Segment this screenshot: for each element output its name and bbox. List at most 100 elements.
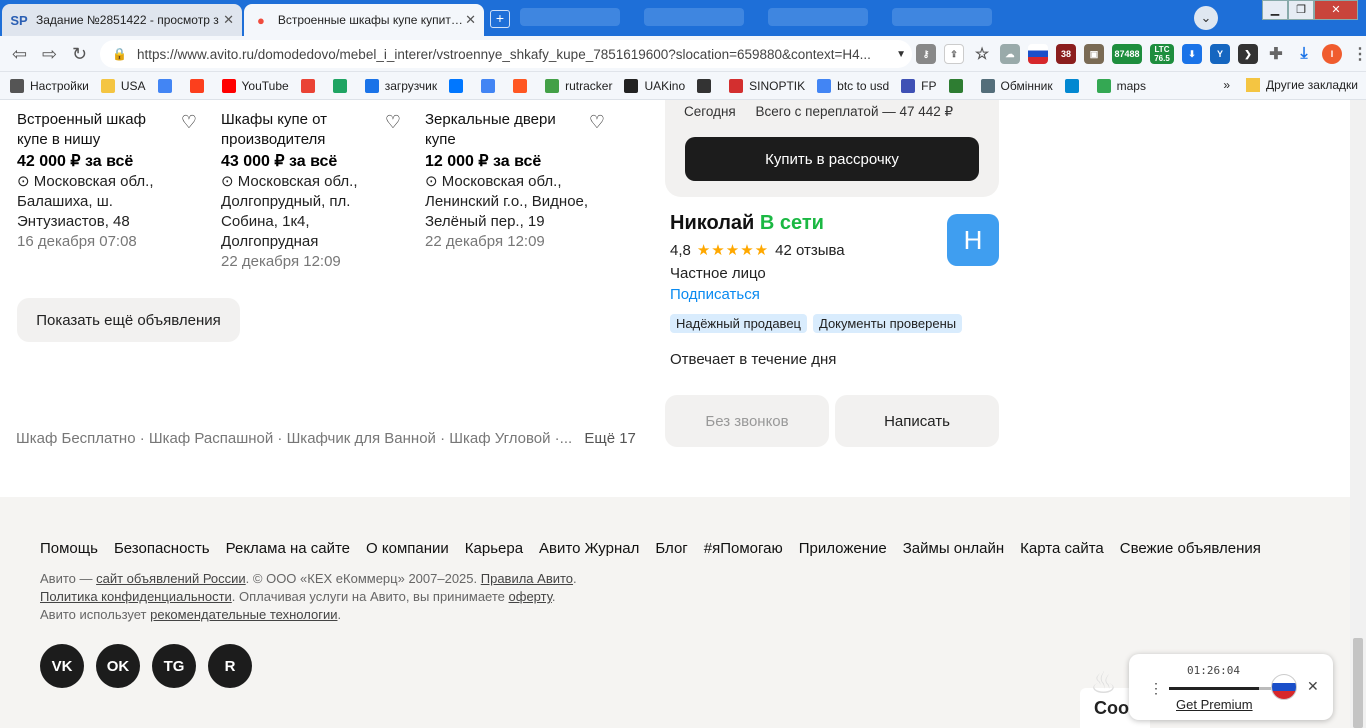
- listing-title[interactable]: Шкафы купе от производителя: [221, 110, 371, 150]
- briefcase-icon[interactable]: ▣: [1084, 44, 1104, 64]
- dropdown-caret-icon[interactable]: ▼: [896, 49, 906, 60]
- bookmark-item[interactable]: [697, 78, 717, 93]
- close-icon[interactable]: ✕: [223, 12, 234, 28]
- odnoklassniki-icon[interactable]: OK: [96, 644, 140, 688]
- bookmark-item[interactable]: [189, 78, 210, 93]
- menu-icon[interactable]: ⋮: [1350, 44, 1366, 64]
- listing-card[interactable]: Встроенный шкаф купе в нишу ♡ 42 000 ₽ з…: [17, 110, 207, 252]
- bookmark-item[interactable]: rutracker: [545, 78, 612, 93]
- footer-link[interactable]: Карта сайта: [1020, 540, 1104, 557]
- get-premium-link[interactable]: Get Premium: [1176, 697, 1253, 712]
- scrollbar[interactable]: [1350, 100, 1366, 728]
- listing-card[interactable]: Зеркальные двери купе ♡ 12 000 ₽ за всё …: [425, 110, 615, 252]
- bookmark-item[interactable]: Обмінник: [980, 78, 1053, 93]
- bookmark-item[interactable]: SINOPTIK: [729, 78, 805, 93]
- footer-link[interactable]: Займы онлайн: [903, 540, 1004, 557]
- new-tab-button[interactable]: +: [490, 10, 510, 28]
- listing-card[interactable]: Шкафы купе от производителя ♡ 43 000 ₽ з…: [221, 110, 411, 272]
- avatar[interactable]: I: [1322, 44, 1342, 64]
- listing-title[interactable]: Встроенный шкаф купе в нишу: [17, 110, 167, 150]
- legal-link-site[interactable]: сайт объявлений России: [96, 571, 246, 586]
- bookmark-item[interactable]: [481, 78, 501, 93]
- close-icon[interactable]: ✕: [465, 12, 476, 28]
- scrollbar-thumb[interactable]: [1353, 638, 1363, 728]
- maximize-button[interactable]: ❐: [1288, 0, 1314, 20]
- downloads-icon[interactable]: ⤓: [1294, 44, 1314, 64]
- bookmark-item[interactable]: FP: [901, 78, 937, 93]
- bookmarks-overflow-icon[interactable]: »: [1223, 78, 1230, 92]
- russia-flag-icon[interactable]: [1271, 674, 1297, 700]
- other-bookmarks[interactable]: Другие закладки: [1266, 78, 1358, 92]
- bookmark-item[interactable]: [948, 78, 969, 93]
- footer-link[interactable]: О компании: [366, 540, 449, 557]
- bookmark-item[interactable]: [513, 78, 533, 93]
- footer-link[interactable]: Блог: [655, 540, 687, 557]
- bookmark-item[interactable]: [300, 78, 321, 93]
- vk-icon[interactable]: VK: [40, 644, 84, 688]
- more-options-icon[interactable]: ⋮: [1149, 680, 1163, 697]
- favorite-heart-icon[interactable]: ♡: [181, 112, 197, 132]
- bookmark-item[interactable]: [1064, 78, 1085, 93]
- player-progress[interactable]: [1169, 687, 1259, 690]
- minimize-button[interactable]: ▁: [1262, 0, 1288, 20]
- legal-link-recommend[interactable]: рекомендательные технологии: [150, 607, 337, 622]
- legal-link-rules[interactable]: Правила Авито: [481, 571, 573, 586]
- bookmark-item[interactable]: YouTube: [221, 78, 289, 93]
- related-tags-text[interactable]: Шкаф Бесплатно · Шкаф Распашной · Шкафчи…: [16, 430, 572, 447]
- bookmark-item[interactable]: maps: [1096, 78, 1146, 93]
- footer-link[interactable]: Карьера: [465, 540, 523, 557]
- ublock-icon[interactable]: 38: [1056, 44, 1076, 64]
- bookmark-item[interactable]: btc to usd: [817, 78, 889, 93]
- footer-link[interactable]: Свежие объявления: [1120, 540, 1261, 557]
- address-bar[interactable]: 🔒 https://www.avito.ru/domodedovo/mebel_…: [100, 40, 912, 68]
- star-icon[interactable]: ☆: [972, 44, 992, 64]
- window-close-button[interactable]: ✕: [1314, 0, 1358, 20]
- bookmark-item[interactable]: [332, 78, 353, 93]
- bookmark-item[interactable]: [449, 78, 469, 93]
- rutube-icon[interactable]: R: [208, 644, 252, 688]
- puzzle-icon[interactable]: ✚: [1266, 44, 1286, 64]
- footer-link[interactable]: Авито Журнал: [539, 540, 639, 557]
- chevron-down-icon[interactable]: ⌄: [1194, 6, 1218, 30]
- share-icon[interactable]: ⇪: [944, 44, 964, 64]
- reload-icon[interactable]: ↻: [72, 44, 87, 65]
- footer-link[interactable]: #яПомогаю: [704, 540, 783, 557]
- close-icon[interactable]: ✕: [1307, 678, 1319, 695]
- terminal-icon[interactable]: ❯: [1238, 44, 1258, 64]
- key-icon[interactable]: ⚷: [916, 44, 936, 64]
- bookmark-item[interactable]: [157, 78, 178, 93]
- listing-title[interactable]: Зеркальные двери купе: [425, 110, 575, 150]
- write-message-button[interactable]: Написать: [835, 395, 999, 447]
- bookmark-item[interactable]: Настройки: [10, 78, 89, 93]
- footer-link[interactable]: Реклама на сайте: [226, 540, 350, 557]
- footer-link[interactable]: Приложение: [799, 540, 887, 557]
- telegram-icon[interactable]: TG: [152, 644, 196, 688]
- forward-arrow-icon[interactable]: ⇨: [42, 44, 57, 65]
- tab-task[interactable]: SP Задание №2851422 - просмотр з ✕: [2, 4, 242, 36]
- footer-link[interactable]: Помощь: [40, 540, 98, 557]
- favorite-heart-icon[interactable]: ♡: [385, 112, 401, 132]
- subscribe-link[interactable]: Подписаться: [670, 286, 1000, 303]
- back-arrow-icon[interactable]: ⇦: [12, 44, 27, 65]
- tab-avito[interactable]: ● Встроенные шкафы купе купить в ✕: [244, 4, 484, 36]
- buy-installment-button[interactable]: Купить в рассрочку: [685, 137, 979, 181]
- more-tags-link[interactable]: Ещё 17: [584, 430, 636, 447]
- ltc-badge-icon[interactable]: LTC 76.5: [1150, 44, 1174, 64]
- show-more-button[interactable]: Показать ещё объявления: [17, 298, 240, 342]
- btc-badge-icon[interactable]: 87488: [1112, 44, 1142, 64]
- legal-link-offer[interactable]: оферту: [509, 589, 552, 604]
- y-icon[interactable]: Y: [1210, 44, 1230, 64]
- gmail-icon: [300, 78, 315, 93]
- bookmark-item[interactable]: UAKino: [624, 78, 685, 93]
- no-calls-button[interactable]: Без звонков: [665, 395, 829, 447]
- avatar[interactable]: Н: [947, 214, 999, 266]
- reviews-count[interactable]: 42 отзыва: [775, 242, 845, 259]
- footer-link[interactable]: Безопасность: [114, 540, 210, 557]
- favorite-heart-icon[interactable]: ♡: [589, 112, 605, 132]
- bookmark-item[interactable]: USA: [100, 78, 146, 93]
- download-icon[interactable]: ⬇: [1182, 44, 1202, 64]
- legal-link-privacy[interactable]: Политика конфиденциальности: [40, 589, 232, 604]
- cloud-icon[interactable]: ☁: [1000, 44, 1020, 64]
- bookmark-item[interactable]: загрузчик: [364, 78, 437, 93]
- russia-flag-icon[interactable]: [1028, 44, 1048, 64]
